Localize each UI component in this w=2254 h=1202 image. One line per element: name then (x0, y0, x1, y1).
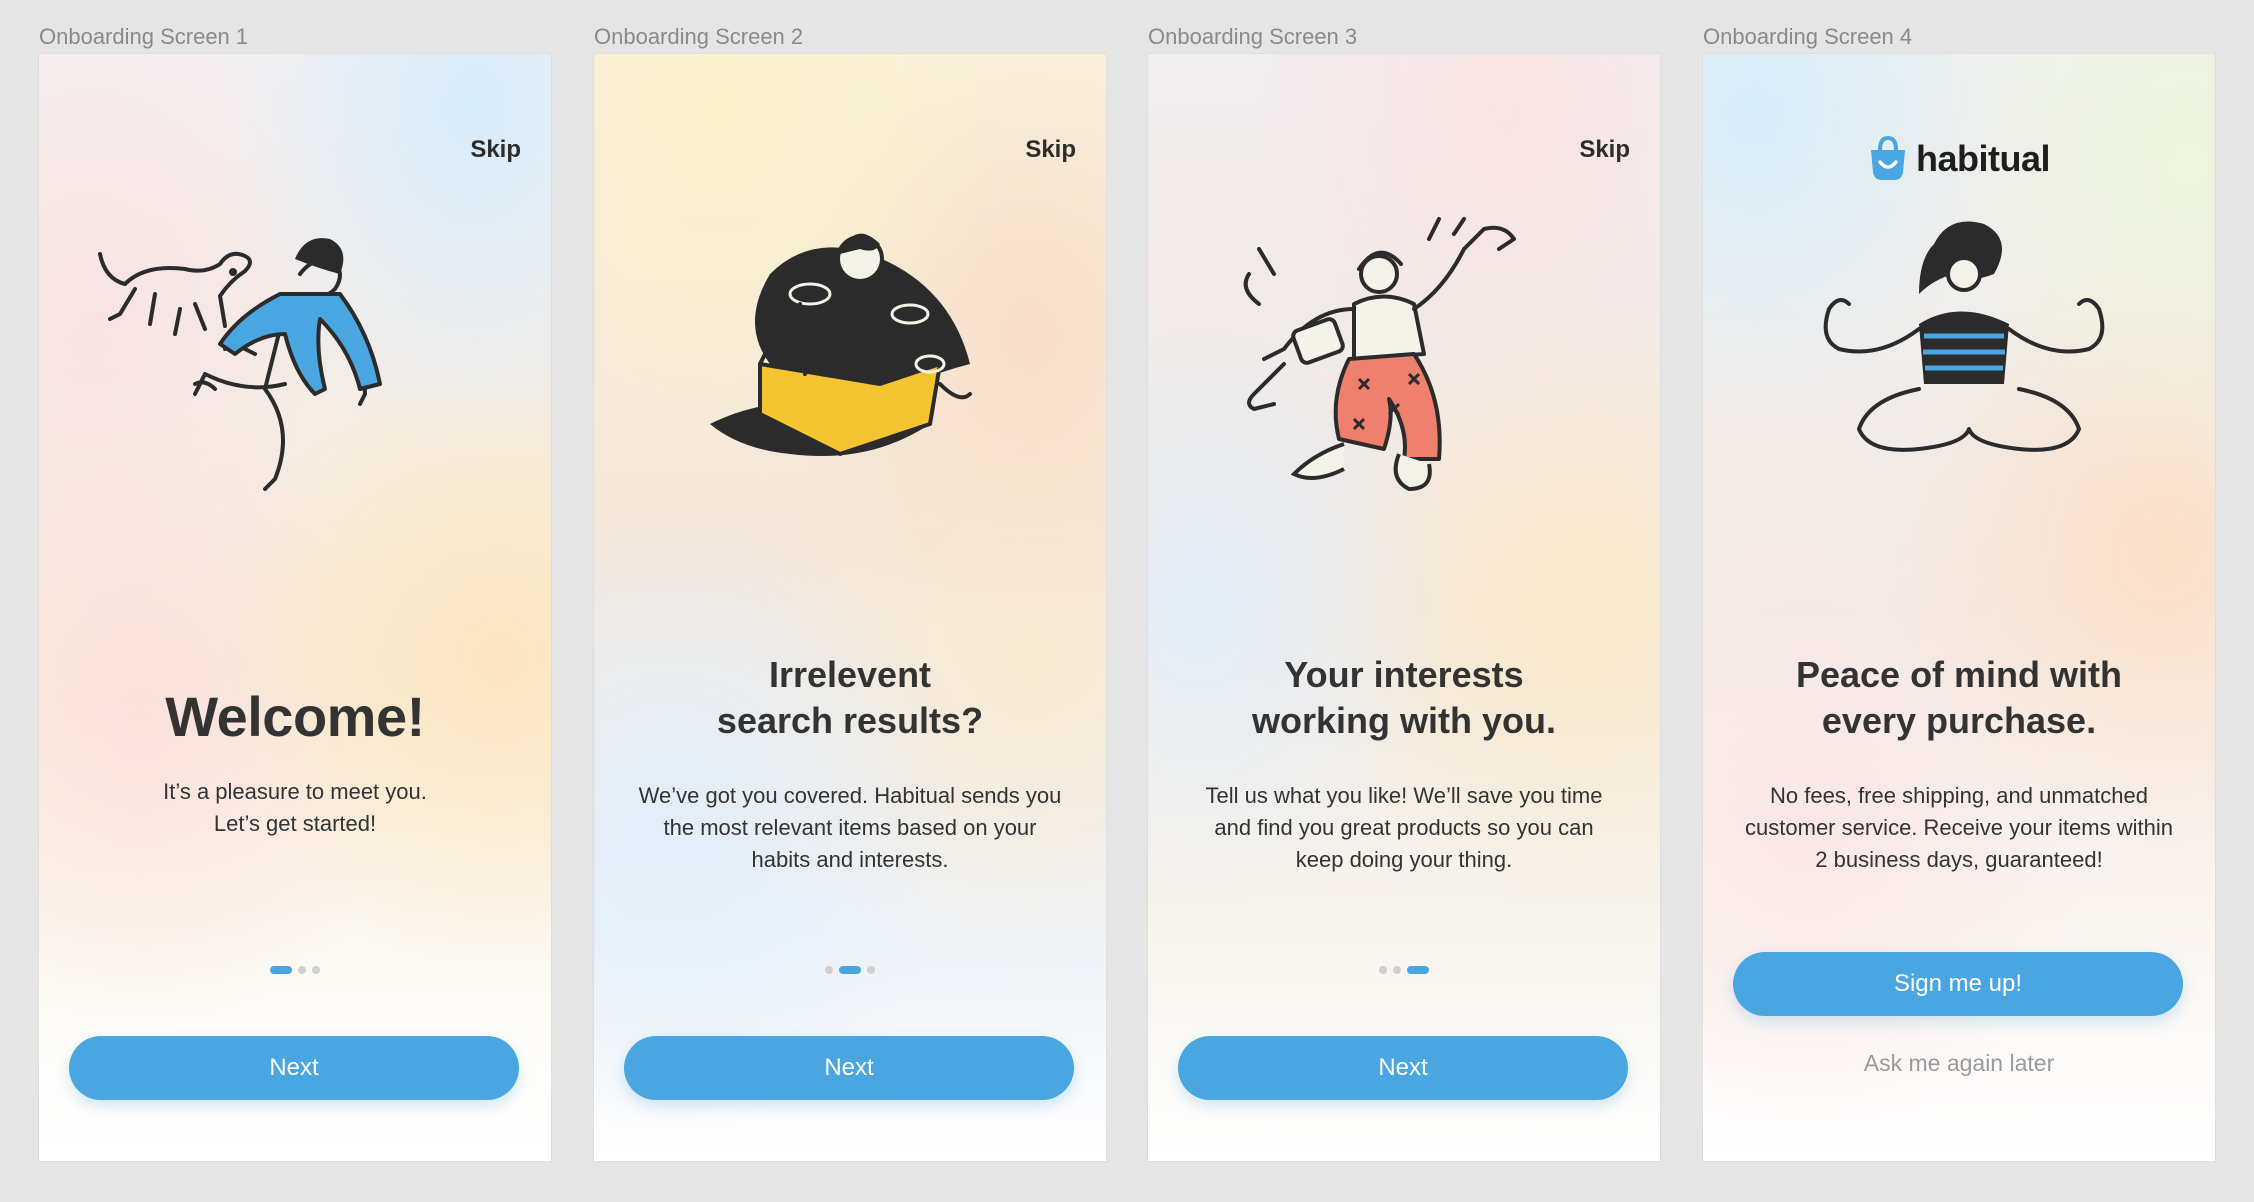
onboarding-screen-1: Skip Welcome! It’s a pleasure to meet yo… (39, 54, 551, 1161)
ask-later-link[interactable]: Ask me again later (1703, 1050, 2215, 1077)
pagination-dot (312, 966, 320, 974)
page-title: Welcome! (39, 684, 551, 749)
brand-name: habitual (1915, 138, 2051, 179)
title-line: search results? (716, 700, 984, 741)
sign-up-button[interactable]: Sign me up! (1733, 952, 2183, 1016)
frame-label-3: Onboarding Screen 3 (1148, 24, 1358, 49)
skip-button[interactable]: Skip (470, 136, 521, 164)
pagination-dots (594, 966, 1106, 974)
onboarding-screen-4: habitual Peace of mind with every purcha… (1703, 54, 2215, 1161)
description-line: Let’s get started! (213, 811, 377, 836)
pagination-dots (39, 966, 551, 974)
pagination-dot (867, 966, 875, 974)
page-title: Your interests working with you. (1148, 652, 1660, 744)
title-line: Peace of mind with (1795, 654, 2123, 695)
title-line: Irrelevent (768, 654, 932, 695)
page-title: Peace of mind with every purchase. (1703, 652, 2215, 744)
onboarding-screen-3: Skip Your interests working with you. Te… (1148, 54, 1660, 1161)
description-line: We’ve got you covered. Habitual sends yo… (638, 783, 1062, 808)
frame-label-1: Onboarding Screen 1 (39, 24, 249, 49)
next-button[interactable]: Next (624, 1036, 1074, 1100)
description-line: customer service. Receive your items wit… (1745, 815, 2173, 840)
person-dancing-with-headphones-illustration (1243, 217, 1516, 492)
pagination-dot (825, 966, 833, 974)
brand-logo: habitual (1703, 136, 2215, 182)
person-meditating-illustration (1823, 221, 2105, 452)
description: No fees, free shipping, and unmatched cu… (1713, 780, 2205, 876)
description-line: No fees, free shipping, and unmatched (1770, 783, 2148, 808)
description-line: and find you great products so you can (1214, 815, 1594, 840)
pagination-dot (298, 966, 306, 974)
onboarding-screen-2: Skip Irrelevent search results? We’ve go… (594, 54, 1106, 1161)
page-title: Irrelevent search results? (594, 652, 1106, 744)
next-button[interactable]: Next (69, 1036, 519, 1100)
skip-button[interactable]: Skip (1025, 136, 1076, 164)
description-line: 2 business days, guaranteed! (1815, 847, 2103, 872)
title-line: every purchase. (1821, 700, 2097, 741)
frame-label-4: Onboarding Screen 4 (1703, 24, 1913, 49)
description-line: keep doing your thing. (1295, 847, 1513, 872)
title-line: Welcome! (165, 685, 425, 748)
next-button[interactable]: Next (1178, 1036, 1628, 1100)
title-line: working with you. (1252, 700, 1556, 741)
shopping-bag-icon (1870, 136, 1905, 180)
skip-button[interactable]: Skip (1579, 136, 1630, 164)
person-in-box-of-records-illustration (710, 233, 972, 456)
description: It’s a pleasure to meet you. Let’s get s… (59, 776, 531, 840)
description-line: It’s a pleasure to meet you. (163, 779, 427, 804)
description-line: Tell us what you like! We’ll save you ti… (1205, 783, 1603, 808)
pagination-dot-active (270, 966, 292, 974)
person-jumping-with-dog-illustration (98, 238, 382, 491)
pagination-dots (1148, 966, 1660, 974)
description-line: habits and interests. (751, 847, 949, 872)
description-line: the most relevant items based on your (663, 815, 1037, 840)
pagination-dot (1393, 966, 1401, 974)
frame-label-2: Onboarding Screen 2 (594, 24, 804, 49)
description: Tell us what you like! We’ll save you ti… (1168, 780, 1640, 876)
pagination-dot-active (1407, 966, 1429, 974)
pagination-dot-active (839, 966, 861, 974)
description: We’ve got you covered. Habitual sends yo… (614, 780, 1086, 876)
pagination-dot (1379, 966, 1387, 974)
title-line: Your interests (1284, 654, 1524, 695)
